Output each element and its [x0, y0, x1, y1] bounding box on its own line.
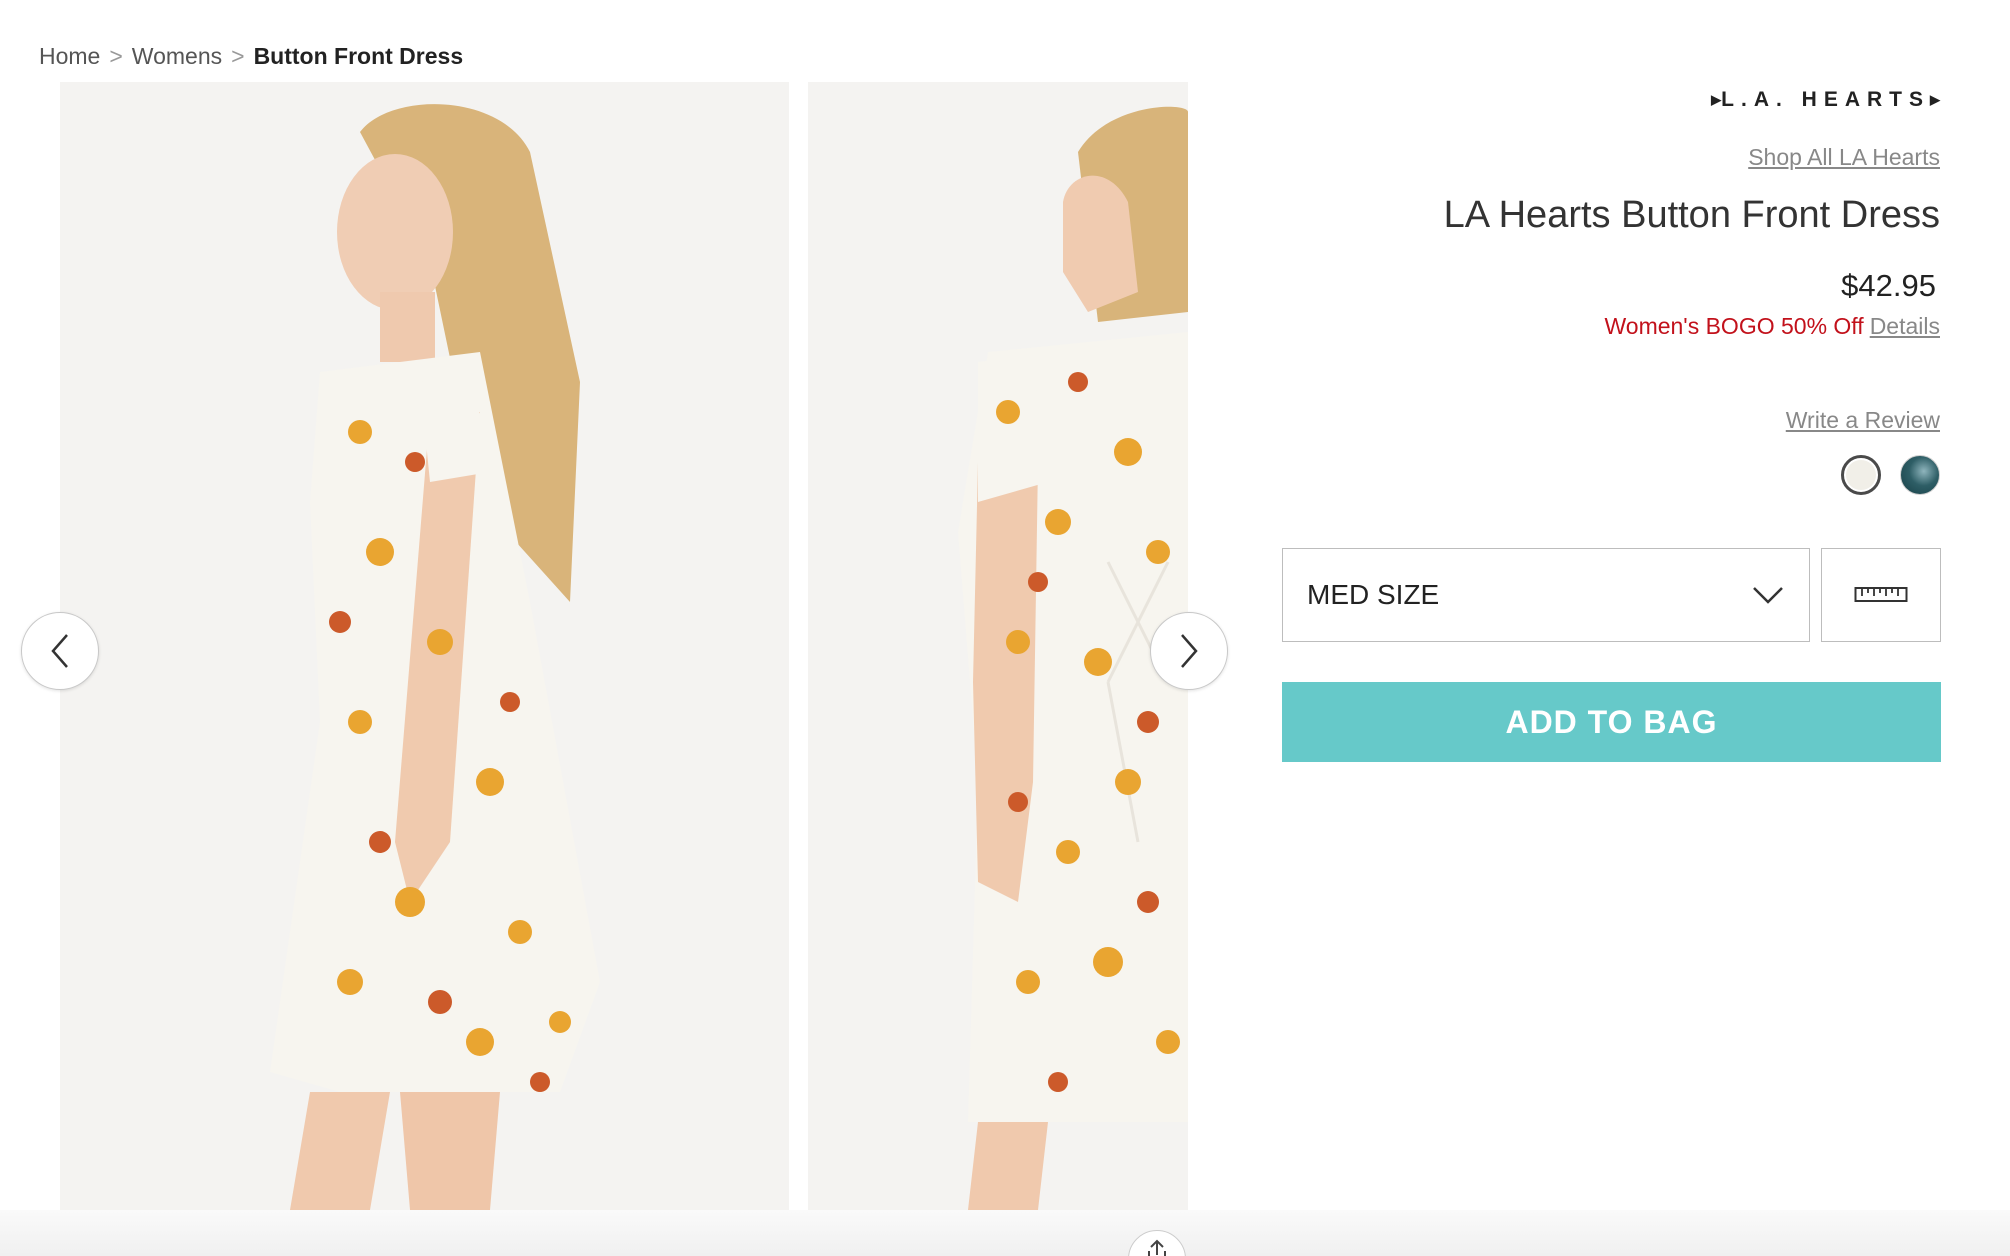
chevron-down-icon	[1753, 587, 1783, 604]
brand-logo[interactable]: ▶L.A. HEARTS▶	[1282, 88, 1940, 112]
chevron-right-icon	[1181, 634, 1198, 668]
share-icon	[1148, 1239, 1166, 1256]
breadcrumb-home[interactable]: Home	[39, 43, 100, 70]
size-select[interactable]: MED SIZE	[1282, 548, 1810, 642]
product-image-back[interactable]	[808, 82, 1188, 1210]
breadcrumb-current: Button Front Dress	[253, 43, 464, 69]
brand-name: L.A. HEARTS	[1721, 88, 1930, 111]
size-row: MED SIZE	[1282, 548, 1941, 642]
triangle-right-icon: ▶	[1930, 92, 1940, 107]
product-photo-back	[808, 82, 1188, 1210]
breadcrumb-separator: >	[231, 43, 245, 69]
bottom-toolbar	[0, 1210, 2010, 1256]
breadcrumb-separator: >	[109, 43, 123, 69]
product-page: Home > Womens > Button Front Dress ▶L.A.…	[0, 0, 2010, 1256]
product-title: LA Hearts Button Front Dress	[1443, 194, 1940, 236]
color-swatches	[1841, 455, 1940, 495]
promo-details-link[interactable]: Details	[1870, 313, 1940, 339]
product-gallery	[0, 82, 1240, 1210]
promo-message: Women's BOGO 50% Off Details	[1604, 313, 1940, 340]
shop-all-brand-link[interactable]: Shop All LA Hearts	[1748, 144, 1940, 171]
breadcrumb: Home > Womens > Button Front Dress	[39, 43, 463, 70]
product-image-side[interactable]	[60, 82, 789, 1210]
breadcrumb-womens[interactable]: Womens	[132, 43, 222, 70]
triangle-right-icon: ▶	[1711, 92, 1722, 107]
size-guide-button[interactable]	[1821, 548, 1941, 642]
swatch-teal[interactable]	[1900, 455, 1940, 495]
gallery-prev-button[interactable]	[21, 612, 99, 690]
product-price: $42.95	[1841, 268, 1936, 303]
product-info: ▶L.A. HEARTS▶ Shop All LA Hearts LA Hear…	[1282, 82, 1941, 762]
ruler-icon	[1854, 587, 1908, 602]
chevron-left-icon	[51, 634, 68, 668]
promo-text: Women's BOGO 50% Off	[1604, 313, 1864, 339]
write-review-link[interactable]: Write a Review	[1786, 407, 1940, 434]
swatch-ivory[interactable]	[1841, 455, 1881, 495]
gallery-next-button[interactable]	[1150, 612, 1228, 690]
size-select-value: MED SIZE	[1307, 579, 1440, 610]
product-photo-side	[60, 82, 789, 1210]
add-to-bag-button[interactable]: ADD TO BAG	[1282, 682, 1941, 762]
